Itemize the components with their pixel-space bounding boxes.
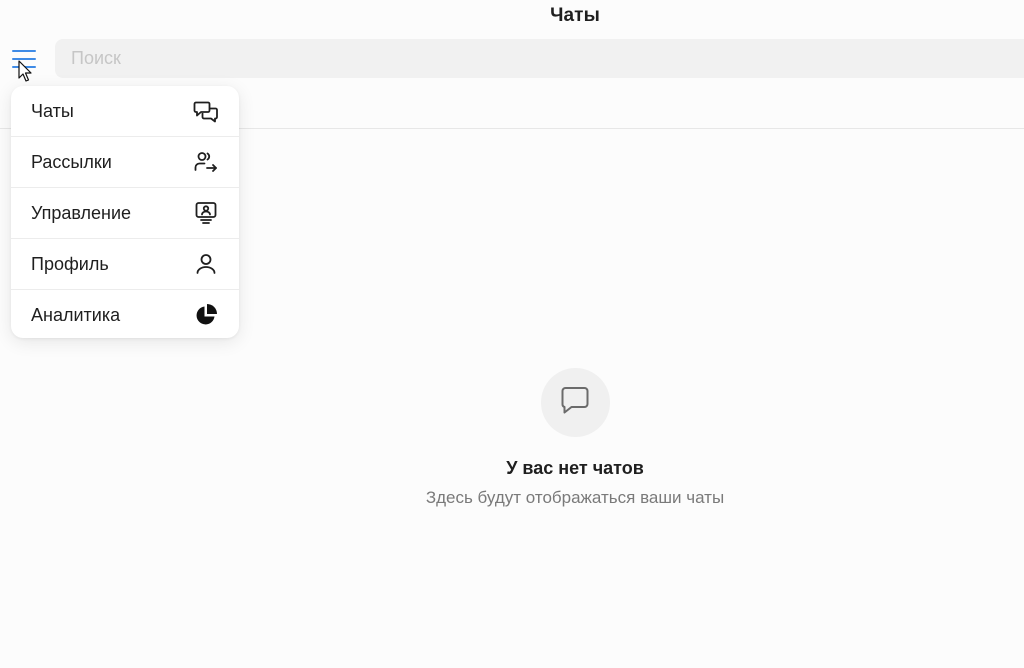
chats-icon: [193, 98, 219, 124]
search-input[interactable]: [69, 47, 1024, 70]
chat-bubble-icon: [558, 383, 592, 422]
page-title: Чаты: [550, 5, 600, 26]
menu-item-analytics[interactable]: Аналитика: [11, 290, 239, 338]
hamburger-menu-button[interactable]: [10, 46, 40, 74]
menu-item-label: Аналитика: [31, 304, 121, 325]
app-window: Чаты Чаты Рассылки: [0, 0, 1024, 668]
menu-item-chats[interactable]: Чаты: [11, 86, 239, 137]
menu-item-label: Рассылки: [31, 151, 112, 172]
menu-bar-top: [12, 50, 36, 52]
mailing-users-icon: [193, 149, 219, 175]
empty-state: У вас нет чатов Здесь будут отображаться…: [0, 368, 1024, 508]
menu-bar-bottom: [12, 66, 36, 68]
search-box[interactable]: [55, 39, 1024, 78]
profile-user-icon: [193, 251, 219, 277]
menu-item-label: Чаты: [31, 100, 74, 121]
navigation-dropdown-menu: Чаты Рассылки Управление Профиль Аналити…: [11, 86, 239, 338]
management-monitor-icon: [193, 200, 219, 226]
menu-item-mailings[interactable]: Рассылки: [11, 137, 239, 188]
empty-state-subtitle: Здесь будут отображаться ваши чаты: [425, 488, 725, 507]
menu-item-label: Профиль: [31, 253, 109, 274]
menu-item-management[interactable]: Управление: [11, 188, 239, 239]
menu-item-label: Управление: [31, 202, 132, 223]
empty-state-title: У вас нет чатов: [506, 458, 644, 478]
menu-item-profile[interactable]: Профиль: [11, 239, 239, 290]
empty-state-icon-container: [540, 368, 610, 437]
analytics-pie-icon: [193, 302, 219, 328]
menu-bar-middle: [12, 58, 36, 60]
